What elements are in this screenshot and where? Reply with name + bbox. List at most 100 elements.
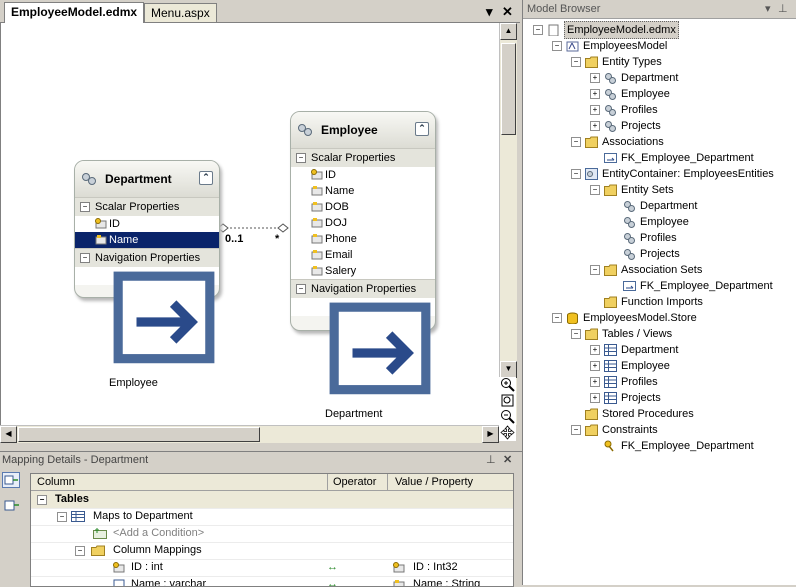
property-phone[interactable]: Phone [291, 231, 435, 247]
collapse-icon[interactable]: − [571, 137, 581, 147]
collapse-section-icon[interactable]: − [80, 202, 90, 212]
expand-icon[interactable]: + [590, 377, 600, 387]
collapse-icon[interactable]: − [571, 169, 581, 179]
tree-item-table[interactable]: + Profiles [523, 374, 796, 390]
property-name-selected[interactable]: Name [75, 232, 219, 248]
expand-icon[interactable]: + [590, 105, 600, 115]
property-doj[interactable]: DOJ [291, 215, 435, 231]
collapse-icon[interactable]: − [57, 512, 67, 522]
close-document-icon[interactable]: ✕ [502, 4, 513, 20]
tree-item-table[interactable]: + Projects [523, 390, 796, 406]
collapse-icon[interactable]: − [571, 57, 581, 67]
tree-node-function-imports[interactable]: Function Imports [523, 294, 796, 310]
collapse-icon[interactable]: − [571, 425, 581, 435]
tree-node-stored-procedures[interactable]: Stored Procedures [523, 406, 796, 422]
collapse-section-icon[interactable]: − [296, 153, 306, 163]
navigation-properties-header[interactable]: − Navigation Properties [291, 279, 435, 298]
collapse-icon[interactable]: − [552, 313, 562, 323]
maps-to-row[interactable]: − Maps to Department [31, 508, 513, 526]
property-salery[interactable]: Salery [291, 263, 435, 279]
nav-property-employee[interactable]: Employee [75, 267, 219, 389]
tree-item-association[interactable]: FK_Employee_Department [523, 150, 796, 166]
expand-icon[interactable]: + [590, 361, 600, 371]
add-condition-row[interactable]: <Add a Condition> [31, 525, 513, 543]
pin-icon[interactable]: ⊥ [778, 0, 788, 18]
property-name[interactable]: Name [291, 183, 435, 199]
pan-icon[interactable] [500, 425, 515, 440]
scroll-up-icon[interactable]: ▲ [500, 23, 517, 40]
tree-item-constraint[interactable]: FK_Employee_Department [523, 438, 796, 454]
entity-designer-canvas[interactable]: 0..1 * Department ⌃ − Scalar Properties I… [0, 23, 500, 425]
property-email[interactable]: Email [291, 247, 435, 263]
scroll-thumb[interactable] [501, 43, 516, 135]
mapping-value-cell[interactable]: ID : Int32 [413, 559, 458, 576]
designer-vertical-scrollbar[interactable]: ▲ ▼ [499, 23, 517, 425]
window-position-icon[interactable]: ▾ [486, 4, 493, 20]
tree-item-entity-type[interactable]: + Profiles [523, 102, 796, 118]
entity-employee[interactable]: Employee ⌃ − Scalar Properties ID Name DO… [290, 111, 436, 420]
expand-icon[interactable]: + [590, 73, 600, 83]
collapse-section-icon[interactable]: − [80, 253, 90, 263]
tree-item-entity-set[interactable]: Department [523, 198, 796, 214]
scroll-right-icon[interactable]: ▶ [482, 426, 499, 443]
tree-node-constraints[interactable]: − Constraints [523, 422, 796, 438]
collapse-icon[interactable]: − [533, 25, 543, 35]
map-to-functions-icon[interactable] [2, 498, 20, 514]
tree-node-tables-views[interactable]: − Tables / Views [523, 326, 796, 342]
tree-item-entity-type[interactable]: + Employee [523, 86, 796, 102]
property-id[interactable]: ID [291, 167, 435, 183]
tree-node-entity-sets[interactable]: − Entity Sets [523, 182, 796, 198]
entity-header[interactable]: Department ⌃ [75, 161, 219, 197]
collapse-entity-icon[interactable]: ⌃ [199, 171, 213, 185]
column-header-value[interactable]: Value / Property [389, 474, 513, 490]
map-entity-to-tables-icon[interactable] [2, 472, 20, 488]
collapse-icon[interactable]: − [571, 329, 581, 339]
zoom-fit-icon[interactable] [500, 393, 515, 408]
scalar-properties-header[interactable]: − Scalar Properties [291, 148, 435, 167]
collapse-section-icon[interactable]: − [296, 284, 306, 294]
mapping-value-cell[interactable]: Name : String [413, 576, 480, 586]
tables-group-row[interactable]: − Tables [31, 491, 513, 509]
tab-employeemodel-edmx[interactable]: EmployeeModel.edmx [4, 2, 145, 23]
mapping-row-name[interactable]: Name : varchar ↔ Name : String [31, 576, 513, 586]
scroll-left-icon[interactable]: ◀ [0, 426, 17, 443]
tree-item-entity-set[interactable]: Projects [523, 246, 796, 262]
collapse-entity-icon[interactable]: ⌃ [415, 122, 429, 136]
tree-item-entity-type[interactable]: + Department [523, 70, 796, 86]
scroll-down-icon[interactable]: ▼ [500, 361, 517, 378]
expand-icon[interactable]: + [590, 345, 600, 355]
scalar-properties-header[interactable]: − Scalar Properties [75, 197, 219, 216]
mapping-grid[interactable]: Column Operator Value / Property − Table… [30, 473, 514, 587]
tree-node-entity-types[interactable]: − Entity Types [523, 54, 796, 70]
tree-item-table[interactable]: + Employee [523, 358, 796, 374]
window-position-icon[interactable]: ▾ [765, 0, 771, 18]
entity-header[interactable]: Employee ⌃ [291, 112, 435, 148]
mapping-row-id[interactable]: ID : int ↔ ID : Int32 [31, 559, 513, 577]
zoom-in-icon[interactable] [500, 377, 515, 392]
property-id[interactable]: ID [75, 216, 219, 232]
column-mappings-row[interactable]: − Column Mappings [31, 542, 513, 560]
property-dob[interactable]: DOB [291, 199, 435, 215]
tree-item-entity-set[interactable]: Profiles [523, 230, 796, 246]
zoom-out-icon[interactable] [500, 409, 515, 424]
tree-root[interactable]: − EmployeeModel.edmx [523, 21, 796, 39]
close-panel-icon[interactable]: ✕ [503, 452, 512, 469]
collapse-icon[interactable]: − [590, 265, 600, 275]
tree-item-entity-set[interactable]: Employee [523, 214, 796, 230]
tree-node-associations[interactable]: − Associations [523, 134, 796, 150]
collapse-icon[interactable]: − [590, 185, 600, 195]
tree-node-store[interactable]: − EmployeesModel.Store [523, 310, 796, 326]
expand-icon[interactable]: + [590, 121, 600, 131]
scroll-thumb[interactable] [18, 427, 260, 442]
collapse-icon[interactable]: − [37, 495, 47, 505]
tab-menu-aspx[interactable]: Menu.aspx [144, 3, 217, 22]
column-header-column[interactable]: Column [31, 474, 328, 490]
navigation-properties-header[interactable]: − Navigation Properties [75, 248, 219, 267]
tree-node-association-sets[interactable]: − Association Sets [523, 262, 796, 278]
expand-icon[interactable]: + [590, 89, 600, 99]
column-header-operator[interactable]: Operator [327, 474, 388, 490]
collapse-icon[interactable]: − [552, 41, 562, 51]
tree-item-entity-type[interactable]: + Projects [523, 118, 796, 134]
collapse-icon[interactable]: − [75, 546, 85, 556]
tree-node-model[interactable]: − EmployeesModel [523, 38, 796, 54]
